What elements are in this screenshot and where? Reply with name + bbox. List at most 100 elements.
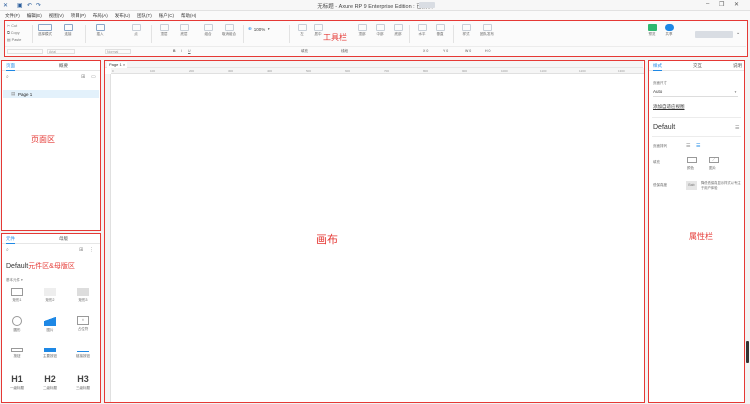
share-button[interactable]: 共享 <box>661 24 677 37</box>
italic-icon[interactable]: I <box>181 49 182 54</box>
distribute-h-button[interactable]: 水平 <box>415 24 429 37</box>
menu-view[interactable]: 视图(V) <box>49 13 64 19</box>
minimize-icon[interactable]: – <box>706 1 709 7</box>
x-field[interactable]: X 0 <box>423 49 428 54</box>
tab-notes[interactable]: 说明 <box>733 63 742 69</box>
menu-publish[interactable]: 发布(U) <box>115 13 130 19</box>
canvas-annotation: 画布 <box>316 234 338 246</box>
low-fidelity-text: 降低低保真显示样式以专注于用户体验 <box>701 181 741 190</box>
widget-link-button[interactable]: 链接按钮 <box>68 348 98 359</box>
style-manage-icon[interactable]: ☰ <box>735 125 739 131</box>
align-middle-button[interactable]: 中部 <box>373 24 387 37</box>
w-value: 0 <box>469 49 472 53</box>
account-name[interactable] <box>695 31 733 38</box>
widget-placeholder[interactable]: ✕ 占位符 <box>68 316 98 332</box>
add-folder-icon[interactable]: ▭ <box>91 74 96 80</box>
add-library-icon[interactable]: ⊞ <box>79 247 83 253</box>
chevron-down-icon[interactable]: ⌄ <box>736 30 740 36</box>
panel-collapse-handle[interactable] <box>746 341 749 363</box>
tab-outline[interactable]: 概要 <box>59 63 68 69</box>
fill-color-swatch[interactable] <box>687 157 697 163</box>
horizontal-ruler: 0 100 200 300 400 500 600 700 800 900 10… <box>111 68 644 74</box>
select-mode-button[interactable]: 选择模式 <box>35 24 55 37</box>
menu-edit[interactable]: 编辑(E) <box>27 13 42 19</box>
more-icon[interactable]: ⋮ <box>89 247 94 253</box>
play-icon <box>647 24 657 31</box>
menu-team[interactable]: 团队(T) <box>137 13 152 19</box>
close-icon[interactable]: ✕ <box>734 1 739 8</box>
align-left-icon[interactable]: ☰ <box>686 143 690 149</box>
tab-page1[interactable]: Page 1 × <box>107 61 128 68</box>
rectangle-dark-icon <box>77 288 89 296</box>
tab-libraries[interactable]: 元件 <box>6 236 15 244</box>
widget-rect2[interactable]: 矩形2 <box>35 288 65 303</box>
restore-icon[interactable]: ❐ <box>719 1 724 8</box>
widget-image[interactable]: 图片 <box>35 316 65 333</box>
properties-panel: 样式 交互 说明 页面尺寸 Auto ▼ 添加自适应视图 Default ☰ 页… <box>648 60 745 403</box>
widget-button[interactable]: 按钮 <box>2 348 32 359</box>
insert-button[interactable]: 插入 <box>93 24 107 37</box>
align-bottom-icon <box>393 24 403 31</box>
low-fidelity-toggle[interactable]: Bab <box>686 181 697 190</box>
widget-h2[interactable]: H2 二级标题 <box>35 374 65 391</box>
bold-icon[interactable]: B <box>173 49 176 54</box>
copy-button[interactable]: ⧉ Copy <box>7 30 21 37</box>
tab-pages[interactable]: 页面 <box>6 63 15 71</box>
add-page-icon[interactable]: ⊞ <box>81 74 85 80</box>
ungroup-button[interactable]: 取消组合 <box>219 24 239 37</box>
add-adaptive-view-link[interactable]: 添加自适应视图 <box>653 104 685 110</box>
menu-help[interactable]: 帮助(H) <box>181 13 196 19</box>
widget-rect1[interactable]: 矩形1 <box>2 288 32 303</box>
search-icon[interactable]: ⌕ <box>6 74 9 80</box>
style-select[interactable] <box>7 49 43 54</box>
low-fidelity-label: 低保真度 <box>653 183 667 187</box>
tab-interactions[interactable]: 交互 <box>693 63 702 69</box>
menu-project[interactable]: 项目(P) <box>71 13 86 19</box>
team-publish-button[interactable]: 团队发布 <box>477 24 497 37</box>
canvas-area[interactable]: Page 1 × 0 100 200 300 400 500 600 700 8… <box>104 60 645 403</box>
library-select[interactable]: Default 元件区&母版区 <box>6 261 75 271</box>
widget-h1[interactable]: H1 一级标题 <box>2 374 32 391</box>
default-style-label[interactable]: Default <box>653 124 675 131</box>
category-header[interactable]: 基本元件 ▾ <box>6 278 23 283</box>
tab-style[interactable]: 样式 <box>653 63 662 71</box>
point-button[interactable]: 点 <box>129 24 143 37</box>
search-icon[interactable]: ⌕ <box>6 247 9 253</box>
style-button[interactable]: 样式 <box>459 24 473 37</box>
y-field[interactable]: Y 0 <box>443 49 448 54</box>
widget-rect3[interactable]: 矩形3 <box>68 288 98 303</box>
fill-image-icon[interactable]: ⟋ <box>709 157 719 163</box>
align-middle-icon <box>375 24 385 31</box>
ruler-label: 400 <box>267 68 273 73</box>
connect-button[interactable]: 连接 <box>61 24 75 37</box>
widget-primary-button[interactable]: 主要按钮 <box>35 348 65 359</box>
point-icon <box>131 24 141 31</box>
group-button[interactable]: 组合 <box>201 24 215 37</box>
cut-button[interactable]: ✂ Cut <box>7 23 21 30</box>
underline-icon[interactable]: U <box>188 49 191 54</box>
align-bottom-button[interactable]: 底部 <box>391 24 405 37</box>
menu-arrange[interactable]: 布局(A) <box>93 13 108 19</box>
widget-h3[interactable]: H3 三级标题 <box>68 374 98 391</box>
font-style-select[interactable]: Normal <box>105 49 131 54</box>
widget-circle[interactable]: 圆形 <box>2 316 32 333</box>
h-field[interactable]: H 0 <box>485 49 490 54</box>
page-item[interactable]: ▤ Page 1 <box>3 90 99 98</box>
distribute-v-button[interactable]: 垂直 <box>433 24 447 37</box>
zoom-control[interactable]: ⊕ 100% ▼ <box>248 26 270 32</box>
align-left-button[interactable]: 左 <box>295 24 309 37</box>
top-layer-button[interactable]: 顶层 <box>157 24 171 37</box>
w-field[interactable]: W 0 <box>465 49 471 54</box>
ruler-label: 1300 <box>618 68 625 73</box>
menu-file[interactable]: 文件(F) <box>5 13 20 19</box>
paste-button[interactable]: ▤ Paste <box>7 37 21 44</box>
align-center-icon[interactable]: ☰ <box>696 143 700 149</box>
close-icon[interactable]: × <box>123 62 125 67</box>
preview-button[interactable]: 预览 <box>645 24 659 37</box>
font-family-select[interactable]: Arial <box>47 49 75 54</box>
page-size-select[interactable]: Auto ▼ <box>653 89 738 97</box>
menu-account[interactable]: 账户(C) <box>159 13 174 19</box>
tab-masters[interactable]: 母版 <box>59 236 68 242</box>
bottom-layer-button[interactable]: 底层 <box>177 24 191 37</box>
align-top-button[interactable]: 顶部 <box>355 24 369 37</box>
